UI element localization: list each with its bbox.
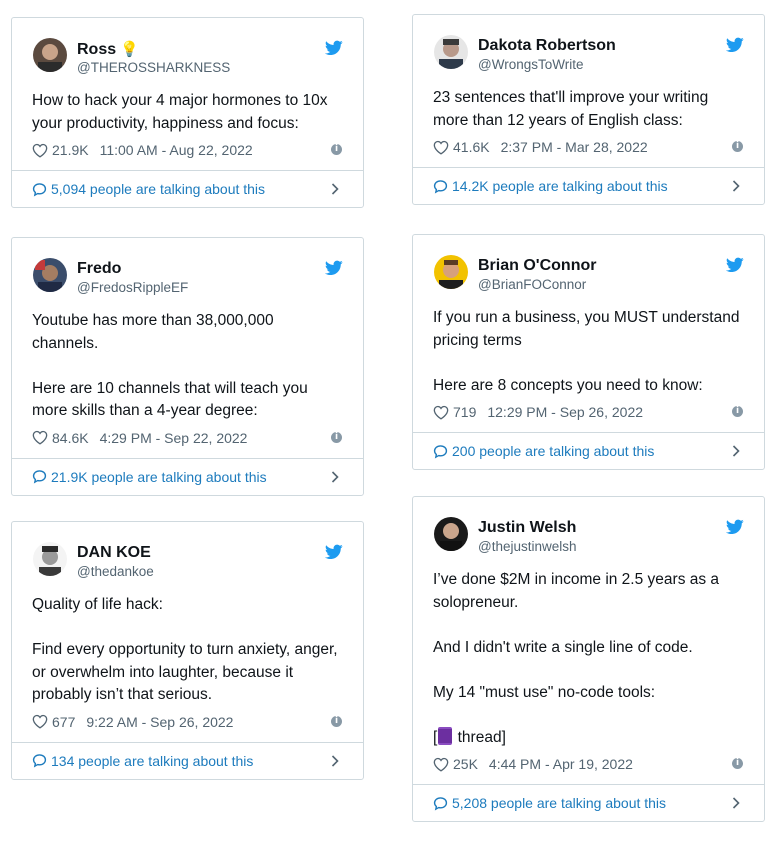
talking-count[interactable]: 14.2K people are talking about this	[452, 178, 668, 194]
tweet-paragraph: And I didn't write a single line of code…	[433, 638, 693, 656]
speech-bubble-icon	[32, 182, 47, 196]
tweet-text: I’ve done $2M in income in 2.5 years as …	[413, 552, 764, 749]
author-handle[interactable]: @thedankoe	[77, 564, 154, 579]
tweet-card-fredo[interactable]: Fredo @FredosRippleEF Youtube has more t…	[11, 237, 364, 496]
talking-count[interactable]: 5,094 people are talking about this	[51, 181, 265, 197]
tweet-card-brian-oconnor[interactable]: Brian O'Connor @BrianFOConnor If you run…	[412, 234, 765, 470]
author-handle[interactable]: @THEROSSHARKNESS	[77, 60, 230, 75]
avatar[interactable]	[33, 38, 67, 72]
twitter-bird-icon[interactable]	[325, 260, 343, 276]
tweet-paragraph: If you run a business, you MUST understa…	[433, 309, 740, 349]
author-handle[interactable]: @WrongsToWrite	[478, 57, 583, 72]
tweet-timestamp[interactable]: 2:37 PM - Mar 28, 2022	[501, 139, 648, 155]
heart-icon[interactable]	[433, 140, 449, 155]
author-name[interactable]: Brian O'Connor	[478, 257, 596, 275]
speech-bubble-icon	[32, 754, 47, 768]
author-name[interactable]: DAN KOE	[77, 544, 151, 562]
tweet-card-dakota-robertson[interactable]: Dakota Robertson @WrongsToWrite 23 sente…	[412, 14, 765, 205]
tweet-paragraph: How to hack your 4 major hormones to 10x…	[32, 92, 328, 132]
tweet-timestamp[interactable]: 11:00 AM - Aug 22, 2022	[100, 142, 253, 158]
heart-icon[interactable]	[32, 430, 48, 445]
tweet-timestamp[interactable]: 9:22 AM - Sep 26, 2022	[86, 714, 233, 730]
twitter-bird-icon[interactable]	[726, 257, 744, 273]
tweet-paragraph: I’ve done $2M in income in 2.5 years as …	[433, 571, 720, 611]
tweet-paragraph: Quality of life hack:	[32, 596, 163, 613]
thread-spool-icon	[438, 726, 453, 745]
chevron-right-icon[interactable]	[732, 797, 740, 809]
author-handle[interactable]: @BrianFOConnor	[478, 277, 586, 292]
tweet-card-ross[interactable]: Ross 💡 @THEROSSHARKNESS How to hack your …	[11, 17, 364, 208]
chevron-right-icon[interactable]	[331, 754, 339, 767]
heart-icon[interactable]	[32, 143, 48, 158]
tweet-text: If you run a business, you MUST understa…	[413, 290, 764, 397]
tweet-timestamp[interactable]: 4:44 PM - Apr 19, 2022	[489, 756, 633, 772]
avatar[interactable]	[434, 35, 468, 69]
conversation-link[interactable]: 5,208 people are talking about this	[413, 785, 764, 821]
talking-count[interactable]: 21.9K people are talking about this	[51, 469, 267, 485]
avatar[interactable]	[33, 258, 67, 292]
author-handle[interactable]: @FredosRippleEF	[77, 280, 188, 295]
conversation-link[interactable]: 134 people are talking about this	[12, 743, 363, 779]
info-icon[interactable]: i	[732, 141, 743, 152]
lightbulb-icon: 💡	[120, 41, 139, 58]
chevron-right-icon[interactable]	[732, 180, 740, 192]
heart-icon[interactable]	[433, 757, 449, 772]
tweet-paragraph: Here are 10 channels that will teach you…	[32, 379, 308, 420]
avatar[interactable]	[434, 255, 468, 289]
speech-bubble-icon	[433, 179, 448, 193]
tweet-timestamp[interactable]: 12:29 PM - Sep 26, 2022	[487, 404, 643, 420]
like-count[interactable]: 41.6K	[453, 139, 490, 155]
twitter-bird-icon[interactable]	[325, 544, 343, 560]
avatar[interactable]	[434, 517, 468, 551]
conversation-link[interactable]: 5,094 people are talking about this	[12, 171, 363, 207]
conversation-link[interactable]: 21.9K people are talking about this	[12, 459, 363, 495]
tweet-text: 23 sentences that'll improve your writin…	[413, 70, 764, 132]
like-count[interactable]: 719	[453, 404, 476, 420]
chevron-right-icon[interactable]	[732, 445, 740, 457]
speech-bubble-icon	[433, 444, 448, 458]
info-icon[interactable]: i	[732, 758, 743, 769]
tweet-timestamp[interactable]: 4:29 PM - Sep 22, 2022	[100, 430, 248, 446]
author-name[interactable]: Justin Welsh	[478, 519, 576, 537]
info-icon[interactable]: i	[331, 715, 342, 727]
tweet-paragraph: My 14 "must use" no-code tools:	[433, 683, 656, 701]
conversation-link[interactable]: 200 people are talking about this	[413, 433, 764, 469]
like-count[interactable]: 21.9K	[52, 142, 89, 158]
like-count[interactable]: 677	[52, 714, 75, 730]
like-count[interactable]: 25K	[453, 756, 478, 772]
chevron-right-icon[interactable]	[331, 183, 339, 195]
talking-count[interactable]: 5,208 people are talking about this	[452, 795, 666, 811]
info-icon[interactable]: i	[331, 431, 342, 443]
twitter-bird-icon[interactable]	[325, 40, 343, 56]
info-icon[interactable]: i	[732, 406, 743, 417]
avatar[interactable]	[33, 542, 67, 576]
tweet-paragraph: 23 sentences that'll improve your writin…	[433, 89, 709, 129]
tweet-text: Youtube has more than 38,000,000 channel…	[12, 293, 363, 423]
conversation-link[interactable]: 14.2K people are talking about this	[413, 168, 764, 204]
chevron-right-icon[interactable]	[331, 470, 339, 483]
speech-bubble-icon	[433, 796, 448, 810]
heart-icon[interactable]	[32, 714, 48, 729]
tweet-card-dan-koe[interactable]: DAN KOE @thedankoe Quality of life hack:…	[11, 521, 364, 780]
tweet-paragraph: Here are 8 concepts you need to know:	[433, 376, 703, 394]
tweet-text: Quality of life hack: Find every opportu…	[12, 577, 363, 707]
talking-count[interactable]: 200 people are talking about this	[452, 443, 654, 459]
author-name[interactable]: Fredo	[77, 260, 121, 278]
info-icon[interactable]: i	[331, 144, 342, 155]
talking-count[interactable]: 134 people are talking about this	[51, 753, 253, 769]
heart-icon[interactable]	[433, 405, 449, 420]
author-name[interactable]: Ross 💡	[77, 40, 139, 59]
speech-bubble-icon	[32, 470, 47, 484]
thread-line: [ thread]	[433, 726, 506, 746]
author-name[interactable]: Dakota Robertson	[478, 37, 616, 55]
like-count[interactable]: 84.6K	[52, 430, 89, 446]
tweet-paragraph: Find every opportunity to turn anxiety, …	[32, 641, 338, 703]
twitter-bird-icon[interactable]	[726, 519, 744, 535]
twitter-bird-icon[interactable]	[726, 37, 744, 53]
tweet-paragraph: Youtube has more than 38,000,000 channel…	[32, 312, 274, 352]
tweet-text: How to hack your 4 major hormones to 10x…	[12, 73, 363, 135]
tweet-card-justin-welsh[interactable]: Justin Welsh @thejustinwelsh I’ve done $…	[412, 496, 765, 822]
author-handle[interactable]: @thejustinwelsh	[478, 539, 577, 554]
